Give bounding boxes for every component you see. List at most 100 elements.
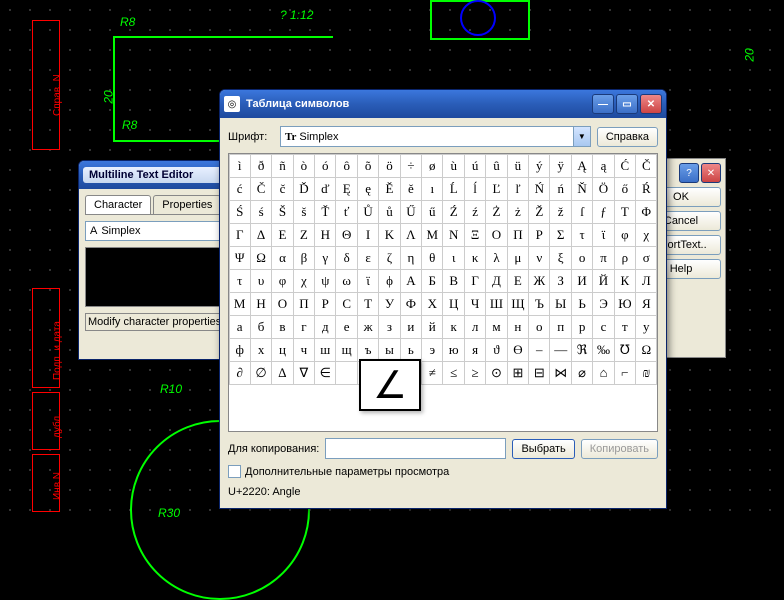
char-cell[interactable]: ≥ [464,361,486,385]
char-cell[interactable]: П [293,292,315,316]
char-cell[interactable]: š [293,200,315,224]
char-cell[interactable]: ‰ [592,338,614,362]
char-cell[interactable]: Τ [614,200,636,224]
char-cell[interactable]: ƒ [592,200,614,224]
char-cell[interactable]: ϑ [485,338,507,362]
char-cell[interactable]: ο [571,246,593,270]
char-cell[interactable]: ь [400,338,422,362]
minimize-button[interactable]: ― [592,94,614,114]
char-cell[interactable]: Č [250,177,272,201]
char-cell[interactable]: ſ [571,200,593,224]
char-cell[interactable]: ш [314,338,336,362]
char-cell[interactable]: ĺ [464,177,486,201]
char-cell[interactable]: Щ [507,292,529,316]
char-cell[interactable]: ý [528,154,550,178]
char-cell[interactable]: Х [421,292,443,316]
char-cell[interactable]: λ [485,246,507,270]
char-cell[interactable]: Ρ [528,223,550,247]
char-cell[interactable]: ⊙ [485,361,507,385]
char-cell[interactable]: φ [614,223,636,247]
char-cell[interactable]: Č [635,154,657,178]
char-cell[interactable]: Ű [400,200,422,224]
char-cell[interactable]: Ň [571,177,593,201]
char-cell[interactable]: Ι [357,223,379,247]
char-cell[interactable]: Μ [421,223,443,247]
char-cell[interactable]: ч [293,338,315,362]
char-cell[interactable]: В [442,269,464,293]
char-cell[interactable]: Е [507,269,529,293]
char-cell[interactable]: б [250,315,272,339]
char-cell[interactable]: – [528,338,550,362]
char-cell[interactable]: ф [229,338,251,362]
char-cell[interactable]: М [229,292,251,316]
char-cell[interactable]: Ů [357,200,379,224]
char-cell[interactable]: ⋈ [549,361,571,385]
char-cell[interactable]: σ [635,246,657,270]
char-cell[interactable]: о [528,315,550,339]
char-cell[interactable]: е [335,315,357,339]
char-cell[interactable]: ₪ [635,361,657,385]
char-cell[interactable]: ò [293,154,315,178]
char-cell[interactable]: Г [464,269,486,293]
char-cell[interactable]: ϕ [378,269,400,293]
char-cell[interactable]: Ж [528,269,550,293]
char-cell[interactable]: ю [442,338,464,362]
char-cell[interactable]: õ [357,154,379,178]
char-cell[interactable]: ж [357,315,379,339]
char-cell[interactable]: С [335,292,357,316]
char-cell[interactable]: χ [635,223,657,247]
charmap-font-combo[interactable]: Tr Simplex ▼ [280,126,591,147]
char-cell[interactable]: ę [357,177,379,201]
char-cell[interactable]: γ [314,246,336,270]
char-cell[interactable]: и [400,315,422,339]
char-cell[interactable]: Ъ [528,292,550,316]
char-cell[interactable]: Ž [528,200,550,224]
char-cell[interactable]: ű [421,200,443,224]
char-cell[interactable]: ć [229,177,251,201]
char-cell[interactable]: α [271,246,293,270]
char-cell[interactable]: У [378,292,400,316]
char-cell[interactable]: ő [614,177,636,201]
char-cell[interactable]: Ш [485,292,507,316]
char-cell[interactable]: Ę [335,177,357,201]
char-cell[interactable]: ξ [549,246,571,270]
char-cell[interactable]: Ω [635,338,657,362]
char-cell[interactable]: ľ [507,177,529,201]
char-cell[interactable]: у [635,315,657,339]
char-cell[interactable]: Я [635,292,657,316]
char-cell[interactable]: Θ [335,223,357,247]
char-cell[interactable]: Γ [229,223,251,247]
char-cell[interactable]: ℜ [571,338,593,362]
char-cell[interactable]: р [571,315,593,339]
char-cell[interactable]: ú [464,154,486,178]
char-cell[interactable]: ℧ [614,338,636,362]
char-cell[interactable]: т [614,315,636,339]
char-cell[interactable]: ž [549,200,571,224]
char-cell[interactable]: τ [571,223,593,247]
char-cell[interactable]: й [421,315,443,339]
char-cell[interactable]: ι [442,246,464,270]
char-cell[interactable]: щ [335,338,357,362]
char-cell[interactable]: ì [229,154,251,178]
char-cell[interactable]: Φ [635,200,657,224]
charmap-titlebar[interactable]: ◎ Таблица символов ― ▭ ✕ [220,90,666,118]
char-cell[interactable]: Ξ [464,223,486,247]
char-cell[interactable]: Ε [271,223,293,247]
char-cell[interactable]: К [614,269,636,293]
char-cell[interactable]: ñ [271,154,293,178]
char-cell[interactable]: μ [507,246,529,270]
char-cell[interactable]: Ť [314,200,336,224]
char-cell[interactable]: θ [421,246,443,270]
char-cell[interactable]: Ц [442,292,464,316]
char-cell[interactable]: ы [378,338,400,362]
char-cell[interactable]: ω [335,269,357,293]
chevron-down-icon[interactable]: ▼ [573,127,590,146]
char-cell[interactable]: — [549,338,571,362]
char-cell[interactable]: ≠ [421,361,443,385]
char-cell[interactable]: к [442,315,464,339]
char-cell[interactable]: Н [250,292,272,316]
char-cell[interactable]: Ĺ [442,177,464,201]
char-cell[interactable]: Й [592,269,614,293]
char-cell[interactable]: β [293,246,315,270]
help-icon[interactable]: ? [679,163,699,183]
